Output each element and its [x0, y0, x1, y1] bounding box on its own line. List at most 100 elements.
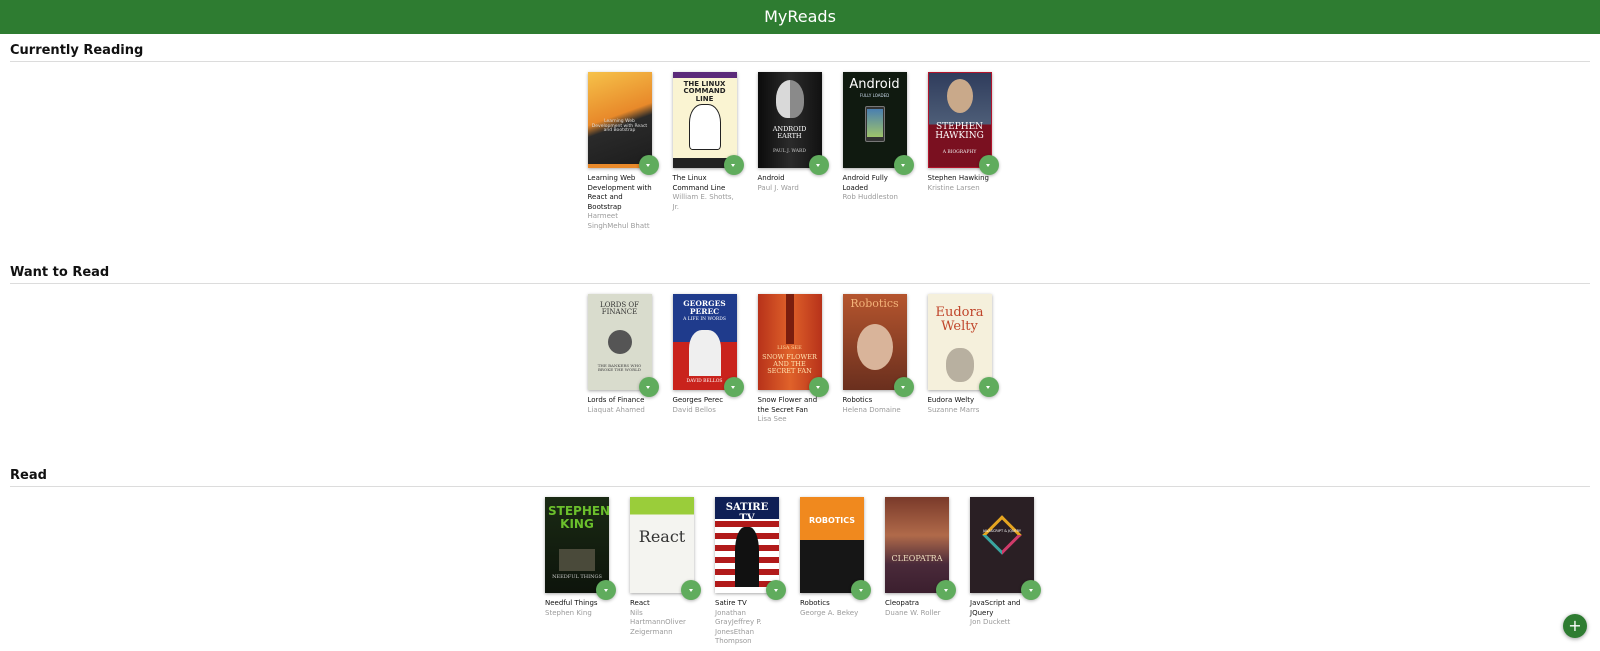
- shelf-changer-button[interactable]: [893, 155, 914, 175]
- book-grid: Learning Web Development with React and …: [10, 72, 1590, 232]
- book-item: Android FULLY LOADED Android Fully Loade…: [842, 72, 928, 232]
- book-title: Android: [757, 174, 785, 182]
- book-author: Paul J. Ward: [757, 183, 799, 192]
- book-item: GEORGES PEREC A LIFE IN WORDS DAVID BELL…: [672, 294, 758, 454]
- book-title: The Linux Command Line: [672, 174, 726, 192]
- shelf-changer-button[interactable]: [638, 377, 659, 397]
- cover-text: React: [638, 527, 686, 546]
- shelf-changer-button[interactable]: [723, 155, 744, 175]
- cover-text: STEPHEN KING: [548, 504, 609, 531]
- book-author: Harmeet SinghMehul Bhatt: [587, 212, 650, 230]
- book-title: Robotics: [800, 599, 830, 607]
- shelf-changer-button[interactable]: [1021, 580, 1041, 600]
- shelf-changer-button[interactable]: [808, 377, 829, 397]
- cover-text: SATIRE TV: [725, 502, 769, 524]
- book-cover[interactable]: THE LINUX COMMAND LINE: [672, 72, 737, 168]
- cover-text: CLEOPATRA: [891, 554, 943, 563]
- cover-text: JAVASCRIPT & JQUERY: [983, 529, 1021, 533]
- book-author: Lisa See: [757, 415, 787, 423]
- shelf-changer-button[interactable]: [893, 377, 914, 397]
- book-item: React React Nils HartmannOliver Zeigerma…: [630, 497, 715, 651]
- book-author: Jonathan GrayJeffrey P. JonesEthan Thomp…: [715, 608, 762, 646]
- add-book-button[interactable]: +: [1563, 614, 1587, 638]
- cover-subtitle: A LIFE IN WORDS: [683, 317, 726, 322]
- book-item: JAVASCRIPT & JQUERY JavaScript and JQuer…: [970, 497, 1055, 651]
- book-item: Robotics Robotics Helena Domaine: [842, 294, 928, 454]
- cover-text: SNOW FLOWER AND THE SECRET FAN: [762, 353, 817, 375]
- shelf-changer-button[interactable]: [638, 155, 659, 175]
- book-title: Needful Things: [545, 599, 598, 607]
- book-cover[interactable]: STEPHEN KING NEEDFUL THINGS: [545, 497, 609, 593]
- book-cover[interactable]: ROBOTICS: [800, 497, 864, 593]
- cover-text: LORDS OF FINANCE: [600, 301, 639, 317]
- shelf-changer-button[interactable]: [936, 580, 956, 600]
- book-title: React: [630, 599, 650, 607]
- book-cover[interactable]: CLEOPATRA: [885, 497, 949, 593]
- book-author: Jon Duckett: [970, 618, 1011, 626]
- cover-text: Learning Web Development with React and …: [591, 119, 648, 134]
- cover-author: PAUL J. WARD: [772, 149, 807, 154]
- cover-subtitle: THE BANKERS WHO BROKE THE WORLD: [597, 363, 642, 373]
- cover-text: Eudora Welty: [935, 305, 984, 334]
- book-cover[interactable]: SATIRE TV: [715, 497, 779, 593]
- book-cover[interactable]: Eudora Welty: [927, 294, 992, 390]
- shelf-changer-button[interactable]: [978, 155, 999, 175]
- book-author: Rob Huddleston: [842, 193, 898, 201]
- book-item: THE LINUX COMMAND LINE The Linux Command…: [672, 72, 758, 232]
- book-cover[interactable]: Learning Web Development with React and …: [587, 72, 652, 168]
- book-item: ROBOTICS Robotics George A. Bekey: [800, 497, 885, 651]
- book-cover[interactable]: ANDROID EARTH PAUL J. WARD: [757, 72, 822, 168]
- cover-text: ANDROID EARTH: [772, 125, 807, 140]
- shelf-changer-button[interactable]: [851, 580, 871, 600]
- book-item: STEPHEN KING NEEDFUL THINGS Needful Thin…: [545, 497, 630, 651]
- shelf-want-to-read: Want to Read LORDS OF FINANCE THE BANKER…: [10, 266, 1590, 423]
- book-cover[interactable]: LISA SEE SNOW FLOWER AND THE SECRET FAN: [757, 294, 822, 390]
- book-author: David Bellos: [672, 405, 716, 414]
- book-author: Suzanne Marrs: [927, 405, 980, 414]
- book-title: Snow Flower and the Secret Fan: [757, 396, 818, 414]
- book-author: Helena Domaine: [842, 405, 901, 414]
- book-item: SATIRE TV Satire TV Jonathan GrayJeffrey…: [715, 497, 800, 651]
- shelf-changer-button[interactable]: [808, 155, 829, 175]
- cover-text: ROBOTICS: [808, 516, 856, 525]
- shelf-changer-button[interactable]: [723, 377, 744, 397]
- book-item: LISA SEE SNOW FLOWER AND THE SECRET FAN …: [757, 294, 843, 454]
- book-title: Cleopatra: [885, 599, 920, 607]
- book-title: Eudora Welty: [927, 396, 975, 404]
- book-cover[interactable]: STEPHEN HAWKING A BIOGRAPHY: [927, 72, 992, 168]
- shelf-currently-reading: Currently Reading Learning Web Developme…: [10, 44, 1590, 230]
- book-title: Georges Perec: [672, 396, 724, 404]
- book-cover[interactable]: React: [630, 497, 694, 593]
- book-title: Satire TV: [715, 599, 747, 607]
- book-item: ANDROID EARTH PAUL J. WARD Android Paul …: [757, 72, 843, 232]
- shelf-changer-button[interactable]: [766, 580, 786, 600]
- app-title: MyReads: [764, 7, 836, 26]
- shelf-read: Read STEPHEN KING NEEDFUL THINGS Needful…: [10, 469, 1590, 645]
- book-cover[interactable]: Robotics: [842, 294, 907, 390]
- book-author: Kristine Larsen: [927, 183, 980, 192]
- book-item: Learning Web Development with React and …: [587, 72, 673, 232]
- book-title: Android Fully Loaded: [842, 174, 888, 192]
- book-cover[interactable]: LORDS OF FINANCE THE BANKERS WHO BROKE T…: [587, 294, 652, 390]
- book-author: Liaquat Ahamed: [587, 405, 645, 414]
- book-item: LORDS OF FINANCE THE BANKERS WHO BROKE T…: [587, 294, 673, 454]
- book-cover[interactable]: JAVASCRIPT & JQUERY: [970, 497, 1034, 593]
- book-author: Nils HartmannOliver Zeigermann: [630, 608, 686, 636]
- app-header: MyReads: [0, 0, 1600, 34]
- cover-author: LISA SEE: [777, 345, 802, 351]
- book-item: CLEOPATRA Cleopatra Duane W. Roller: [885, 497, 970, 651]
- cover-text: Android: [849, 77, 900, 92]
- book-cover[interactable]: Android FULLY LOADED: [842, 72, 907, 168]
- shelf-title: Currently Reading: [10, 44, 1590, 62]
- book-cover[interactable]: GEORGES PEREC A LIFE IN WORDS DAVID BELL…: [672, 294, 737, 390]
- shelf-changer-button[interactable]: [681, 580, 701, 600]
- book-title: JavaScript and JQuery: [970, 599, 1021, 617]
- book-title: Lords of Finance: [587, 396, 645, 404]
- cover-text: GEORGES PEREC: [683, 299, 726, 316]
- book-item: STEPHEN HAWKING A BIOGRAPHY Stephen Hawk…: [927, 72, 1013, 232]
- book-grid: STEPHEN KING NEEDFUL THINGS Needful Thin…: [10, 497, 1590, 651]
- shelf-changer-button[interactable]: [978, 377, 999, 397]
- book-title: Stephen Hawking: [927, 174, 990, 182]
- shelf-changer-button[interactable]: [596, 580, 616, 600]
- cover-subtitle: NEEDFUL THINGS: [552, 574, 602, 580]
